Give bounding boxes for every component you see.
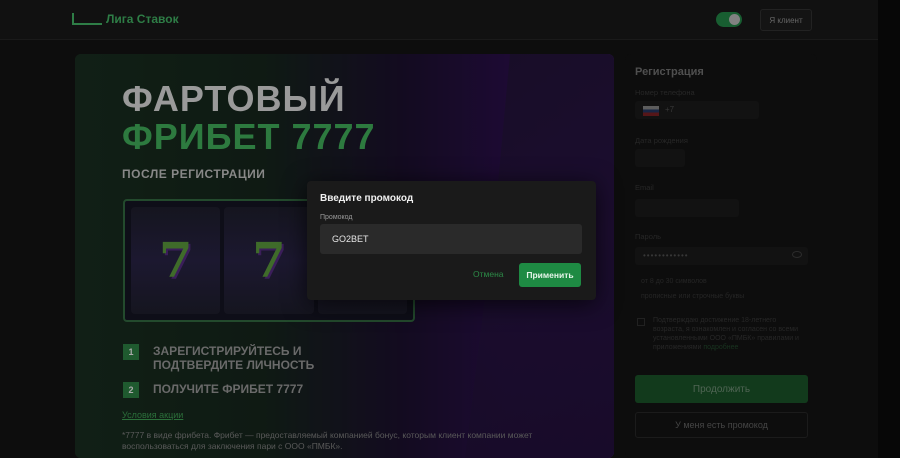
step-text: ПОЛУЧИТЕ ФРИБЕТ 7777 bbox=[153, 382, 304, 396]
logo-text: Лига Ставок bbox=[106, 12, 179, 26]
top-header: Лига Ставок Я клиент bbox=[0, 0, 900, 40]
consent-text: Подтверждаю достижение 18-летнего возрас… bbox=[653, 316, 803, 352]
consent-link[interactable]: подробнее bbox=[703, 344, 738, 351]
slot-reel: 7 bbox=[224, 207, 314, 314]
birthdate-field[interactable] bbox=[635, 149, 685, 167]
steps-list: 1 ЗАРЕГИСТРИРУЙТЕСЬ И ПОДТВЕРДИТЕ ЛИЧНОС… bbox=[123, 344, 373, 408]
apply-button[interactable]: Применить bbox=[519, 263, 581, 287]
phone-field[interactable]: +7 bbox=[635, 101, 759, 119]
theme-toggle[interactable] bbox=[716, 12, 742, 27]
step-number: 1 bbox=[123, 344, 139, 360]
step-number: 2 bbox=[123, 382, 139, 398]
password-hint-letters: прописные или строчные буквы bbox=[641, 293, 745, 300]
promo-code-dialog: Введите промокод Промокод Отмена Примени… bbox=[307, 181, 596, 300]
eye-icon[interactable] bbox=[792, 251, 802, 258]
registration-panel: Регистрация Номер телефона +7 Дата рожде… bbox=[625, 54, 817, 458]
dialog-title: Введите промокод bbox=[320, 193, 414, 204]
password-hint-length: от 8 до 30 символов bbox=[641, 278, 707, 285]
terms-link[interactable]: Условия акции bbox=[122, 410, 183, 420]
promo-code-label: Промокод bbox=[320, 214, 353, 221]
slot-reel: 7 bbox=[131, 207, 221, 314]
email-label: Email bbox=[635, 183, 654, 192]
registration-title: Регистрация bbox=[635, 66, 704, 78]
birthdate-label: Дата рождения bbox=[635, 136, 688, 145]
password-field[interactable]: •••••••••••• bbox=[635, 247, 808, 265]
page: Лига Ставок Я клиент ФАРТОВЫЙ ФРИБЕТ 777… bbox=[0, 0, 900, 458]
logo[interactable]: Лига Ставок bbox=[72, 12, 179, 26]
toggle-knob-icon bbox=[729, 14, 740, 25]
phone-label: Номер телефона bbox=[635, 88, 695, 97]
banner-footnote: *7777 в виде фрибета. Фрибет — предостав… bbox=[122, 430, 533, 451]
client-login-button[interactable]: Я клиент bbox=[760, 9, 812, 31]
banner-headline-line1: ФАРТОВЫЙ bbox=[122, 78, 346, 119]
cancel-button[interactable]: Отмена bbox=[473, 269, 504, 279]
continue-button[interactable]: Продолжить bbox=[635, 375, 808, 403]
password-label: Пароль bbox=[635, 232, 662, 241]
logo-mark-icon bbox=[72, 13, 102, 25]
consent-checkbox[interactable] bbox=[637, 318, 645, 326]
banner-subline: ПОСЛЕ РЕГИСТРАЦИИ bbox=[122, 167, 266, 181]
password-value: •••••••••••• bbox=[643, 251, 689, 260]
step-item: 1 ЗАРЕГИСТРИРУЙТЕСЬ И ПОДТВЕРДИТЕ ЛИЧНОС… bbox=[123, 344, 373, 372]
step-item: 2 ПОЛУЧИТЕ ФРИБЕТ 7777 bbox=[123, 382, 373, 398]
right-edge-strip bbox=[878, 0, 900, 458]
russia-flag-icon bbox=[643, 106, 659, 116]
promo-code-input[interactable] bbox=[320, 224, 582, 254]
banner-headline-line2: ФРИБЕТ 7777 bbox=[122, 116, 376, 157]
email-field[interactable] bbox=[635, 199, 739, 217]
phone-prefix: +7 bbox=[665, 105, 675, 114]
have-promo-button[interactable]: У меня есть промокод bbox=[635, 412, 808, 438]
step-text: ЗАРЕГИСТРИРУЙТЕСЬ И ПОДТВЕРДИТЕ ЛИЧНОСТЬ bbox=[153, 344, 315, 372]
